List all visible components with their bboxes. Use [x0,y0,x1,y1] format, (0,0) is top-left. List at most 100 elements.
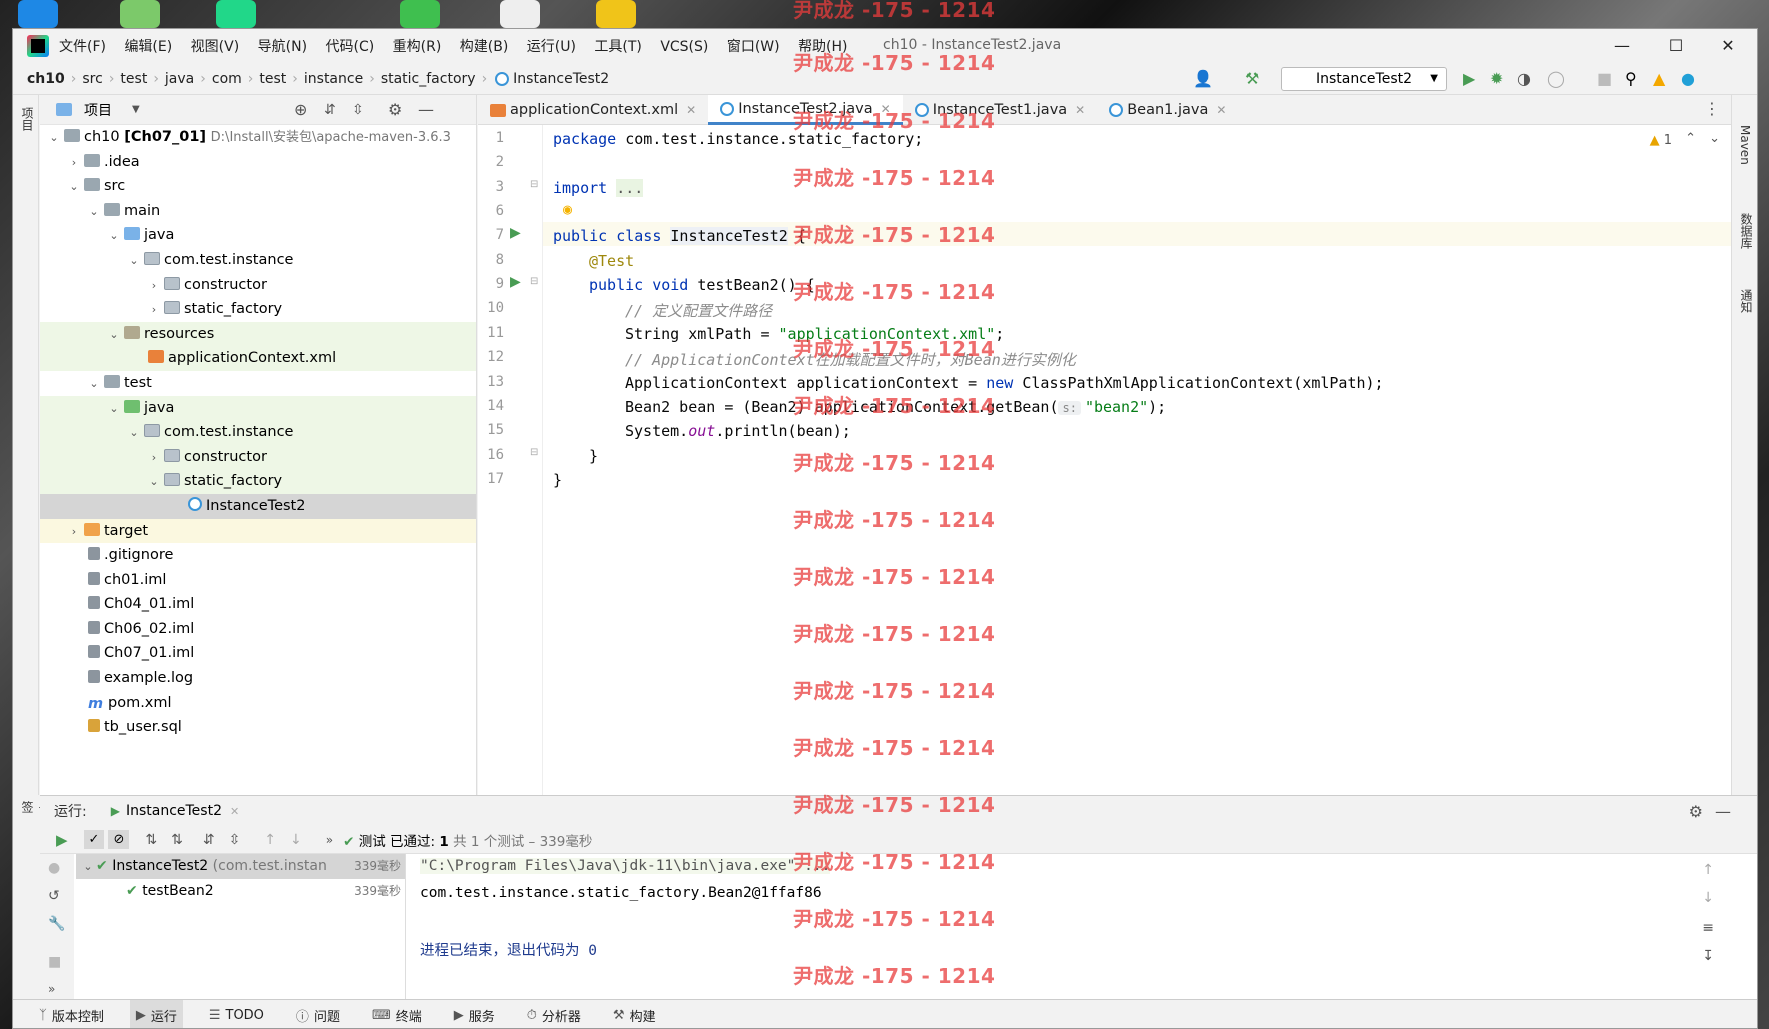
tree-item[interactable]: ⌄ java [40,223,476,248]
next-highlight-icon[interactable]: ⌄ [1709,131,1720,146]
debug-icon[interactable]: ● [48,860,60,876]
expand-all-icon[interactable]: ⇵ [324,102,336,118]
tab-services[interactable]: ▶ 服务 [448,1000,501,1029]
tree-item[interactable]: ch01.iml [40,568,476,593]
menu-window[interactable]: 窗口(W) [727,39,780,55]
wrench-icon[interactable]: 🔧 [48,916,65,932]
run-configuration-select[interactable]: InstanceTest2 ▼ [1281,67,1447,91]
breadcrumb-item[interactable]: instance [304,71,363,87]
tree-item[interactable]: ⌄ main [40,199,476,224]
intention-bulb-icon[interactable]: ◉ [563,200,572,218]
scroll-to-end-icon[interactable]: ↧ [1702,948,1714,964]
tab-build[interactable]: ⚒ 构建 [607,1000,662,1029]
tab-instancetest2[interactable]: InstanceTest2.java ✕ [708,95,903,125]
tab-profiler[interactable]: ⏱ 分析器 [521,1000,587,1029]
breadcrumb-item[interactable]: src [82,71,102,87]
breadcrumb-item[interactable]: InstanceTest2 [513,71,609,87]
soft-wrap-icon[interactable]: ≡ [1702,920,1714,936]
expand-all-icon[interactable]: ⇵ [203,832,215,848]
collapse-all-icon[interactable]: ⇳ [229,832,241,848]
update-icon[interactable]: ▲ [1653,69,1665,89]
more-icon[interactable]: » [48,982,55,996]
build-hammer-icon[interactable]: ⚒ [1245,69,1259,89]
wechat-icon[interactable] [400,0,440,28]
tree-item[interactable]: › constructor [40,273,476,298]
collapse-all-icon[interactable]: ⇳ [352,102,364,118]
inspection-widget[interactable]: ▲ 1 [1650,133,1672,148]
stop-icon[interactable]: ■ [48,954,61,970]
qq-icon[interactable] [500,0,540,28]
menu-run[interactable]: 运行(U) [527,39,576,55]
tab-instancetest1[interactable]: InstanceTest1.java ✕ [903,95,1098,125]
tree-item[interactable]: › static_factory [40,297,476,322]
tree-item-selected[interactable]: InstanceTest2 [40,493,476,519]
project-tool-label[interactable]: 项目 [19,107,36,131]
breadcrumb-item[interactable]: test [120,71,147,87]
tree-item[interactable]: › constructor [40,444,476,470]
fold-icon[interactable]: ⊟ [530,447,538,458]
tree-item[interactable]: ⌄ test [40,371,476,396]
fold-icon[interactable]: ⊟ [530,179,538,190]
menu-file[interactable]: 文件(F) [59,39,106,55]
hide-icon[interactable]: — [1715,802,1731,821]
menu-refactor[interactable]: 重构(R) [393,39,442,55]
maven-tool-label[interactable]: Maven [1738,125,1752,165]
project-panel-title[interactable]: 项目 [84,100,112,120]
breadcrumb-item[interactable]: test [259,71,286,87]
tree-item[interactable]: .gitignore [40,543,476,568]
tree-item[interactable]: › .idea [40,150,476,175]
breadcrumb-item[interactable]: java [165,71,194,87]
test-suite-row[interactable]: ⌄ ✔ InstanceTest2 (com.test.instan 339毫秒 [76,854,405,879]
coverage-icon[interactable]: ◑ [1517,69,1531,89]
run-icon[interactable]: ▶ [1463,69,1475,89]
menu-code[interactable]: 代码(C) [326,39,375,55]
desktop-app-icon[interactable] [120,0,160,28]
run-gutter-icon[interactable]: ▶ [510,274,521,290]
tree-item[interactable]: ⌄ static_factory [40,469,476,494]
tab-problems[interactable]: ⓘ 问题 [290,1000,346,1029]
gear-icon[interactable]: ⚙ [388,100,402,119]
fold-icon[interactable]: ⊟ [530,276,538,287]
scroll-down-icon[interactable]: ↓ [1702,890,1714,906]
run-gutter-icon[interactable]: ▶ [510,225,521,241]
tab-bean1[interactable]: Bean1.java ✕ [1097,95,1238,125]
menu-view[interactable]: 视图(V) [191,39,240,55]
menu-help[interactable]: 帮助(H) [798,39,847,55]
desktop-app-icon[interactable] [18,0,58,28]
menu-vcs[interactable]: VCS(S) [660,39,708,55]
tree-item[interactable]: m pom.xml [40,691,476,716]
show-passed-icon[interactable]: ✓ [83,830,105,849]
next-test-icon[interactable]: ↓ [290,832,302,848]
search-icon[interactable]: ⚲ [1625,69,1637,89]
scroll-up-icon[interactable]: ↑ [1702,862,1714,878]
menu-build[interactable]: 构建(B) [460,39,509,55]
tab-version-control[interactable]: ᛉ 版本控制 [33,1000,110,1029]
tree-item[interactable]: ⌄ com.test.instance [40,248,476,273]
profile-icon[interactable]: ◯ [1547,69,1565,89]
minimize-button[interactable]: — [1597,31,1647,61]
stop-icon[interactable]: ■ [1597,69,1612,89]
tree-item[interactable]: example.log [40,666,476,691]
tab-terminal[interactable]: ⌨ 终端 [366,1000,428,1029]
rerun-icon[interactable]: ▶ [56,831,68,849]
pycharm-icon[interactable] [216,0,256,28]
restore-layout-icon[interactable]: ↺ [48,888,60,904]
database-tool-label[interactable]: 数据库 [1738,213,1755,249]
sort-duration-icon[interactable]: ⇅ [171,832,183,848]
breadcrumb-project[interactable]: ch10 [27,71,65,87]
tree-item[interactable]: ⌄ resources [40,321,476,347]
desktop-app-icon[interactable] [596,0,636,28]
previous-test-icon[interactable]: ↑ [264,832,276,848]
more-tabs-icon[interactable]: ⋮ [1704,99,1720,118]
close-button[interactable]: ✕ [1703,31,1753,61]
user-icon[interactable]: 👤 [1193,69,1213,89]
tree-item[interactable]: ⌄ src [40,174,476,199]
code-area[interactable]: package com.test.instance.static_factory… [553,125,1723,795]
gear-icon[interactable]: ⚙ [1689,802,1703,821]
tree-item-root[interactable]: ⌄ ch10 [Ch07_01] D:\Install\安装包\apache-ma… [40,125,476,150]
tab-run[interactable]: ▶ 运行 [129,999,183,1028]
tab-todo[interactable]: ☰ TODO [203,1000,270,1029]
show-ignored-icon[interactable]: ⊘ [108,830,130,849]
tree-item[interactable]: ⌄ com.test.instance [40,420,476,445]
breadcrumb-item[interactable]: static_factory [381,71,476,87]
